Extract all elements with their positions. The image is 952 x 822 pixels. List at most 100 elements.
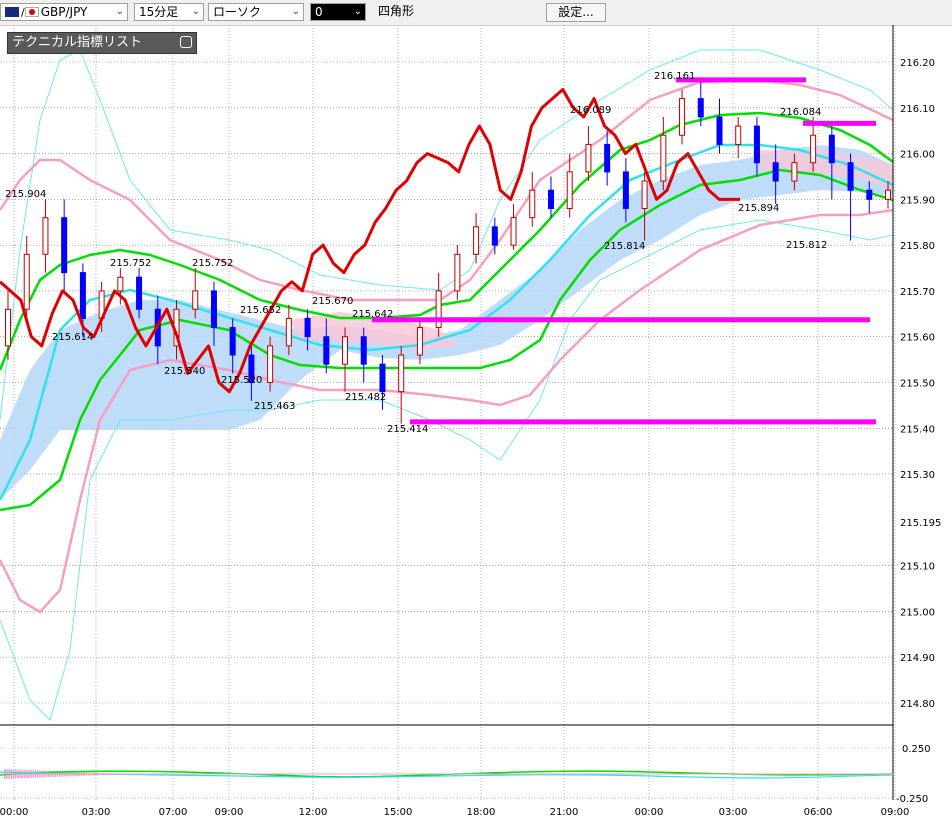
price-label: 216.161: [654, 71, 695, 82]
japan-flag-icon: [24, 6, 39, 17]
price-chart[interactable]: 215.904 215.614 215.752 215.752 215.540 215.5…: [0, 25, 952, 822]
y-tick-label: 215.40: [900, 424, 935, 435]
candle-body: [547, 189, 554, 210]
drawing-shape[interactable]: 四角形: [374, 3, 534, 21]
timeframe-select[interactable]: 15分足 ⌄: [134, 3, 204, 21]
chart-style-label: ローソク: [213, 5, 262, 19]
y-tick-label: 215.00: [900, 607, 935, 618]
symbol-label: GBP/JPY: [40, 5, 88, 19]
chart-style-select[interactable]: ローソク ⌄: [208, 3, 304, 21]
candle-body: [398, 354, 405, 393]
candle-body: [716, 116, 723, 145]
osc-tick-label: 0.250: [902, 744, 931, 755]
price-label: 215.814: [604, 241, 645, 252]
candle-body: [473, 226, 480, 255]
minimize-icon[interactable]: [180, 36, 192, 48]
line-color-select[interactable]: 0 ⌄: [310, 3, 366, 21]
candle-body: [735, 125, 742, 145]
candle-body: [828, 134, 835, 164]
x-tick-label: 09:00: [215, 807, 244, 818]
candle-body: [210, 290, 217, 329]
y-tick-label: 215.50: [900, 379, 935, 390]
x-tick-label: 15:00: [384, 807, 413, 818]
candle-body: [604, 143, 611, 173]
price-label: 215.520: [221, 375, 262, 386]
chevron-down-icon: ⌄: [191, 6, 200, 17]
x-axis: 00:00 03:00 07:00 09:00 12:00 15:00 18:00 21:00…: [0, 807, 909, 818]
candle-body: [42, 217, 49, 255]
candle-body: [753, 125, 760, 164]
panel-title: テクニカル指標リスト: [12, 35, 143, 50]
candle-body: [304, 317, 311, 338]
price-label: 215.752: [192, 258, 233, 269]
candle-body: [885, 189, 891, 200]
candle-body: [285, 317, 292, 347]
symbol-select[interactable]: / GBP/JPY ⌄: [0, 3, 128, 21]
y-tick-label: 215.90: [900, 195, 935, 206]
technical-indicator-list[interactable]: テクニカル指標リスト: [7, 32, 197, 54]
price-label: 215.812: [786, 240, 827, 251]
y-tick-label: 215.80: [900, 241, 935, 252]
candle-body: [342, 336, 349, 365]
x-tick-label: 09:00: [881, 807, 910, 818]
chevron-down-icon: ⌄: [353, 6, 362, 17]
candle-body: [229, 327, 236, 356]
y-tick-label: 216.20: [900, 58, 935, 69]
oscillator-panel: 0.250 -0.250: [0, 724, 931, 805]
shape-label: 四角形: [378, 4, 415, 18]
candle-body: [61, 217, 68, 274]
x-tick-label: 00:00: [635, 807, 664, 818]
y-tick-label: 215.60: [900, 333, 935, 344]
price-label: 216.084: [780, 107, 821, 118]
candle-body: [660, 134, 667, 182]
price-label: 215.670: [312, 296, 353, 307]
candle-body: [772, 162, 779, 182]
price-label: 215.642: [352, 309, 393, 320]
candle-body: [491, 226, 498, 246]
price-label: 216.089: [570, 105, 611, 116]
price-label: 215.463: [254, 401, 295, 412]
osc-tick-label: -0.250: [896, 794, 928, 805]
candle-body: [136, 276, 143, 310]
x-tick-label: 03:00: [719, 807, 748, 818]
candle-body: [679, 98, 686, 136]
candle-body: [23, 253, 30, 310]
candle-body: [791, 162, 798, 182]
y-tick-label: 216.00: [900, 150, 935, 161]
candle-body: [79, 272, 86, 319]
y-tick-label: 215.30: [900, 470, 935, 481]
chevron-down-icon: ⌄: [115, 6, 124, 17]
candle-body: [622, 171, 629, 210]
candle-body: [117, 276, 124, 292]
y-tick-label: 214.90: [900, 653, 935, 664]
price-label: 215.894: [738, 203, 779, 214]
x-tick-label: 21:00: [550, 807, 579, 818]
candle-body: [847, 162, 854, 191]
candle-body: [5, 308, 11, 347]
x-tick-label: 03:00: [82, 807, 111, 818]
candle-body: [360, 336, 367, 365]
y-tick-label: 215.10: [900, 562, 935, 573]
y-tick-label: 215.195: [900, 518, 941, 529]
y-tick-label: 214.80: [900, 699, 935, 710]
candle-body: [585, 143, 592, 173]
candle-body: [866, 189, 873, 200]
candle-body: [510, 217, 517, 246]
candle-body: [323, 336, 330, 365]
candle-body: [192, 290, 199, 310]
price-label: 215.904: [5, 189, 46, 200]
candle-body: [697, 98, 704, 118]
price-label: 215.752: [110, 258, 151, 269]
y-tick-label: 216.10: [900, 104, 935, 115]
candle-body: [566, 171, 573, 210]
candle-body: [810, 134, 817, 164]
uk-flag-icon: [5, 6, 19, 17]
color-label: 0: [315, 5, 323, 19]
price-label: 215.414: [387, 424, 428, 435]
timeframe-label: 15分足: [139, 5, 179, 19]
toolbar: / GBP/JPY ⌄ 15分足 ⌄ ローソク ⌄ 0 ⌄ 四角形 設定...: [0, 0, 952, 26]
chevron-down-icon: ⌄: [291, 6, 300, 17]
candle-body: [529, 189, 536, 219]
price-label: 215.652: [240, 305, 281, 316]
settings-button[interactable]: 設定...: [546, 3, 606, 22]
